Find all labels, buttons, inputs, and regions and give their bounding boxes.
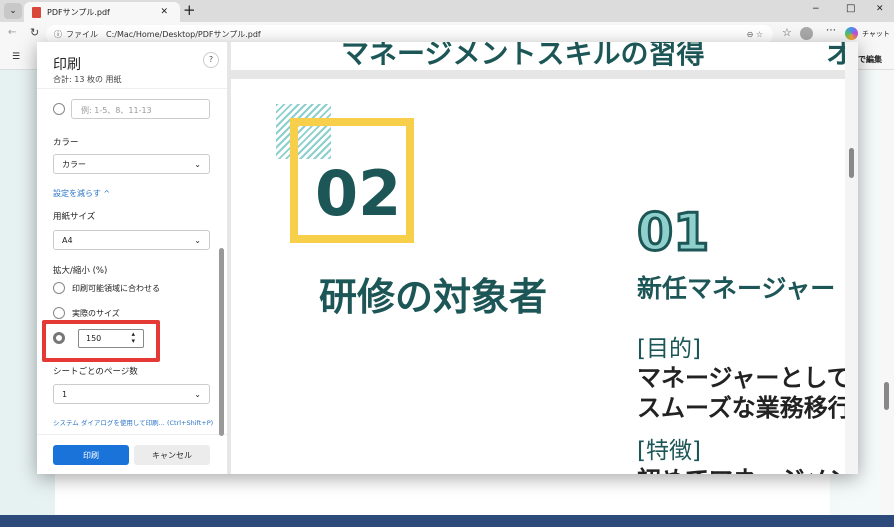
scale-label: 拡大/縮小 (%) [53, 266, 108, 276]
new-tab-button[interactable]: + [183, 1, 196, 19]
spinner-icon[interactable]: ▴ ▾ [131, 331, 135, 345]
tab-title: PDFサンプル.pdf [47, 7, 110, 17]
preview-scrollbar[interactable] [845, 42, 858, 474]
fewer-settings-link[interactable]: 設定を減らす ^ [53, 188, 110, 199]
zoom-out-icon[interactable]: ⊖ ☆ [747, 30, 763, 39]
panel-scrollbar[interactable] [219, 248, 224, 436]
divider [37, 434, 227, 435]
chevron-down-icon: ⌄ [194, 235, 201, 245]
help-button[interactable]: ? [203, 52, 219, 68]
scale-value: 150 [86, 334, 102, 343]
info-icon: ⓘ [54, 30, 62, 39]
edit-button[interactable]: で編集 [858, 54, 882, 65]
pages-per-sheet-label: シートごとのページ数 [53, 367, 138, 377]
pdf-icon [32, 6, 41, 18]
more-icon[interactable]: ⋯ [826, 25, 836, 36]
close-window-button[interactable]: ✕ [876, 4, 884, 14]
close-tab-icon[interactable]: ✕ [160, 7, 168, 17]
role-heading: 新任マネージャー [637, 274, 836, 303]
system-dialog-link[interactable]: システム ダイアログを使用して印刷... (Ctrl+Shift+P) [53, 417, 213, 427]
preview-scrollbar-thumb[interactable] [849, 148, 854, 178]
paper-size-select[interactable]: A4 ⌄ [53, 230, 210, 250]
print-dialog: 印刷 合計: 13 枚の 用紙 ? 例: 1-5、8、11-13 カラー カラー… [37, 42, 858, 474]
section-number: 02 [315, 157, 402, 230]
tab-bar: ⌄ PDFサンプル.pdf ✕ + − □ ✕ [0, 0, 894, 22]
profile-avatar[interactable] [800, 27, 813, 40]
paper-size-label: 用紙サイズ [53, 212, 96, 222]
cancel-button[interactable]: キャンセル [134, 445, 210, 465]
scrollbar-thumb[interactable] [884, 382, 889, 410]
fit-printable-radio[interactable] [53, 282, 65, 294]
pages-per-sheet-select[interactable]: 1 ⌄ [53, 384, 210, 404]
tab-list-button[interactable]: ⌄ [4, 3, 22, 19]
page-header-tail: オ [826, 42, 845, 70]
custom-scale-radio[interactable] [53, 332, 65, 344]
pages-input[interactable]: 例: 1-5、8、11-13 [71, 99, 210, 119]
chevron-down-icon: ⌄ [194, 159, 201, 169]
taskbar [0, 515, 894, 527]
target-heading: 研修の対象者 [319, 275, 548, 319]
copilot-icon[interactable] [845, 27, 858, 40]
url-text: C:/Mac/Home/Desktop/PDFサンプル.pdf [106, 30, 261, 39]
dialog-title: 印刷 [53, 57, 81, 73]
refresh-icon[interactable]: ↻ [30, 26, 39, 39]
custom-pages-radio[interactable] [53, 103, 65, 115]
address-label: ファイル [66, 30, 98, 39]
back-icon[interactable]: ← [8, 27, 16, 38]
page-header-text: マネージメントスキルの習得 [341, 42, 705, 70]
contents-icon[interactable]: ☰ [12, 52, 20, 62]
preview-page-2: 02 研修の対象者 01 新任マネージャー [目的] マネージャーとしての スム… [231, 79, 845, 474]
sheet-count: 合計: 13 枚の 用紙 [53, 75, 122, 84]
color-label: カラー [53, 138, 79, 148]
feature-line: 初めてマネージメン [637, 460, 845, 474]
chevron-down-icon: ⌄ [194, 389, 201, 399]
favorites-icon[interactable]: ☆ [782, 26, 792, 39]
preview-page-1: マネージメントスキルの習得 オ [231, 42, 845, 70]
fit-printable-label: 印刷可能領域に合わせる [72, 284, 160, 293]
print-button[interactable]: 印刷 [53, 445, 129, 465]
item-number: 01 [635, 202, 710, 265]
chat-button[interactable]: チャット [862, 29, 890, 39]
print-preview: マネージメントスキルの習得 オ 02 研修の対象者 01 新任マネージャー [目… [227, 42, 858, 474]
actual-size-radio[interactable] [53, 307, 65, 319]
tab-pdf[interactable]: PDFサンプル.pdf ✕ [24, 2, 180, 22]
color-select[interactable]: カラー ⌄ [53, 154, 210, 174]
actual-size-label: 実際のサイズ [72, 309, 120, 318]
color-value: カラー [62, 159, 86, 169]
viewer-scrollbar[interactable] [880, 70, 894, 515]
minimize-button[interactable]: − [812, 4, 820, 14]
print-settings-panel: 印刷 合計: 13 枚の 用紙 ? 例: 1-5、8、11-13 カラー カラー… [37, 42, 227, 474]
pages-per-sheet-value: 1 [62, 389, 68, 399]
purpose-line: スムーズな業務移行を [637, 394, 845, 422]
maximize-button[interactable]: □ [846, 3, 855, 14]
scale-input[interactable]: 150 ▴ ▾ [78, 329, 144, 348]
divider [37, 88, 227, 89]
paper-size-value: A4 [62, 235, 73, 245]
